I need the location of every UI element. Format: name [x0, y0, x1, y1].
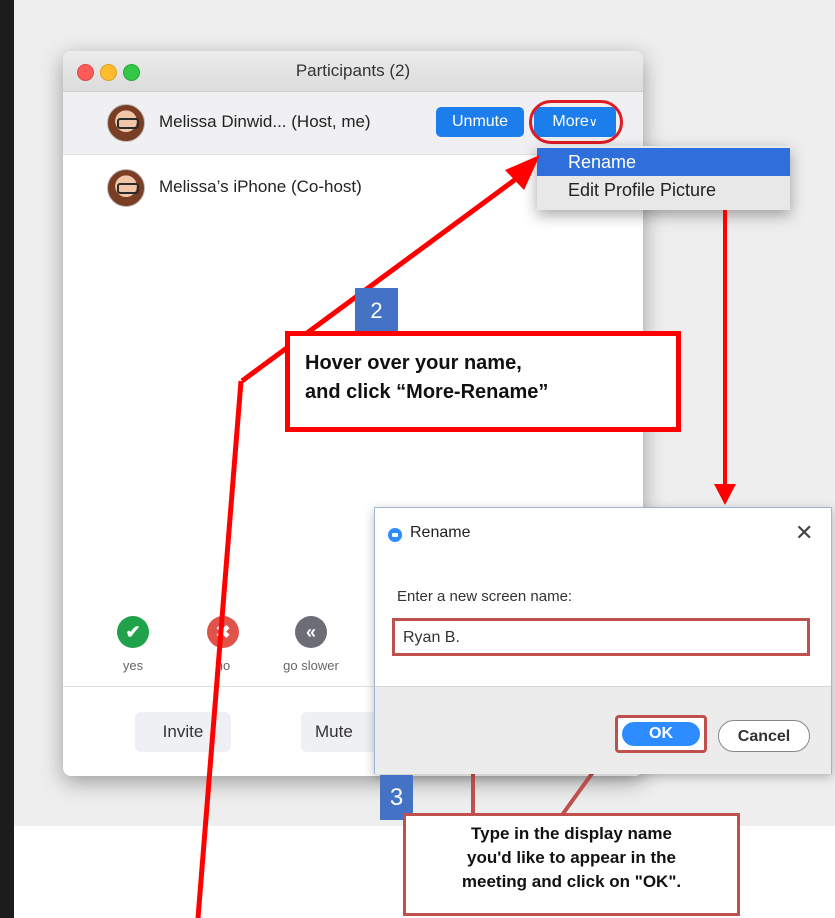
- rename-prompt: Enter a new screen name:: [397, 588, 573, 605]
- callout-line: you'd like to appear in the: [466, 848, 677, 867]
- annotation-arrows: [195, 155, 736, 918]
- callout-line: meeting and click on "OK".: [461, 872, 682, 891]
- dialog-title: Rename: [410, 524, 471, 541]
- cancel-button[interactable]: Cancel: [718, 720, 810, 752]
- close-icon[interactable]: ✕: [795, 520, 813, 546]
- ok-button-highlight: OK: [615, 715, 707, 753]
- callout-line: Hover over your name,: [305, 352, 522, 374]
- arrow-step2-tail: [195, 380, 244, 918]
- rename-dialog: Rename ✕ Enter a new screen name: Ryan B…: [374, 507, 832, 774]
- callout-line: Type in the display name: [471, 824, 672, 843]
- dialog-footer: OK Cancel: [375, 686, 831, 774]
- arrow-menu-to-dialog-head: [714, 484, 736, 505]
- ok-button[interactable]: OK: [622, 722, 700, 746]
- zoom-logo-icon: [388, 528, 402, 542]
- step-2-badge: 2: [355, 288, 398, 333]
- dialog-titlebar: Rename ✕: [375, 508, 831, 558]
- callout-line: and click “More-Rename”: [305, 381, 549, 403]
- step-2-callout: Hover over your name, and click “More-Re…: [285, 331, 681, 432]
- screen-name-input[interactable]: Ryan B.: [392, 618, 810, 656]
- step-3-callout: Type in the display name you'd like to a…: [403, 813, 740, 916]
